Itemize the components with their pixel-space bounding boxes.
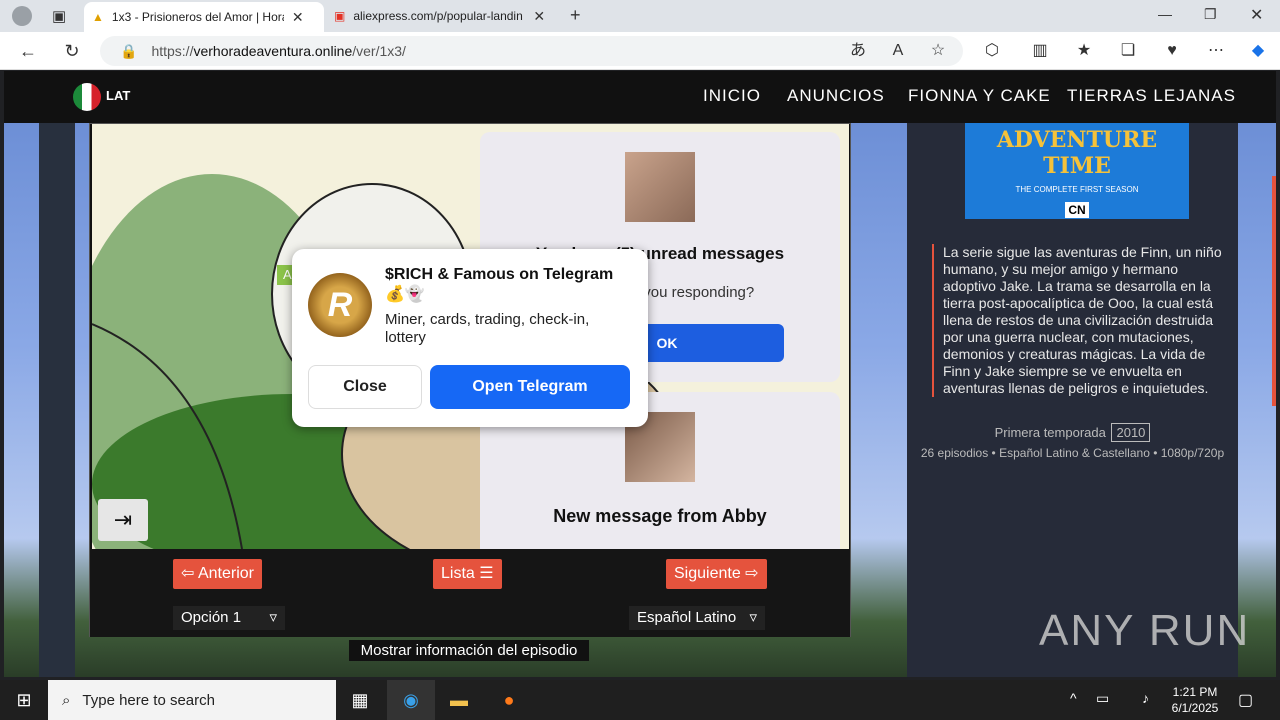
left-panel: [39, 123, 75, 677]
new-tab-icon[interactable]: +: [570, 5, 581, 26]
network-icon[interactable]: ▭: [1096, 690, 1109, 707]
search-icon: ⌕: [62, 691, 71, 709]
firefox-icon[interactable]: ●: [485, 680, 533, 720]
tab-aliexpress[interactable]: ▣ aliexpress.com/p/popular-landin ✕: [326, 0, 562, 32]
series-poster: ADVENTURE TIME THE COMPLETE FIRST SEASON…: [965, 123, 1189, 219]
chevron-down-icon: ▿: [269, 609, 277, 626]
ad-description: Miner, cards, trading, check-in, lottery: [385, 311, 590, 346]
tab-active[interactable]: ▲ 1x3 - Prisioneros del Amor | Hora ✕: [84, 2, 324, 32]
tab-actions-icon[interactable]: ▣: [52, 7, 66, 25]
split-screen-icon[interactable]: ▥: [1028, 40, 1052, 62]
anyrun-watermark: ANY RUN: [1039, 606, 1251, 655]
tray-chevron-icon[interactable]: ^: [1070, 690, 1077, 706]
collections-icon[interactable]: ❏: [1116, 40, 1140, 62]
url-text: https://verhoradeaventura.online/ver/1x3…: [151, 43, 406, 59]
lock-icon: 🔒: [120, 42, 138, 59]
tab-title: aliexpress.com/p/popular-landin: [353, 9, 523, 23]
option-select[interactable]: Opción 1 ▿: [173, 606, 285, 630]
tab-close-icon[interactable]: ✕: [292, 9, 304, 26]
restore-icon[interactable]: ❐: [1204, 6, 1217, 23]
language-label[interactable]: LAT: [106, 88, 130, 103]
task-view-icon[interactable]: ▦: [336, 680, 384, 720]
message-title: New message from Abby: [553, 506, 767, 526]
nav-tierras-lejanas[interactable]: TIERRAS LEJANAS: [1067, 86, 1236, 106]
ad-title: $RICH & Famous on Telegram 💰👻: [385, 266, 614, 303]
cn-logo: CN: [1065, 202, 1089, 218]
ad-close-button[interactable]: Close: [308, 365, 422, 409]
open-telegram-button[interactable]: Open Telegram: [430, 365, 630, 409]
poster-subtitle: THE COMPLETE FIRST SEASON: [1015, 185, 1139, 194]
coin-logo-icon: R: [308, 273, 372, 337]
tab-close-icon[interactable]: ✕: [533, 8, 545, 25]
nav-anuncios[interactable]: ANUNCIOS: [787, 86, 885, 106]
taskbar-search[interactable]: ⌕ Type here to search: [48, 680, 336, 720]
series-description: La serie sigue las aventuras de Finn, un…: [932, 244, 1225, 397]
chevron-down-icon: ▿: [749, 609, 757, 626]
more-menu-icon[interactable]: ⋯: [1204, 40, 1228, 62]
search-placeholder: Type here to search: [82, 691, 215, 709]
taskbar-clock[interactable]: 1:21 PM 6/1/2025: [1160, 684, 1230, 716]
player-controls: ⇦ Anterior Lista ☰ Siguiente ⇨ Opción 1 ▿…: [90, 549, 850, 637]
clock-date: 6/1/2025: [1171, 701, 1219, 715]
scrollbar[interactable]: [1272, 176, 1276, 406]
ad-popup: R $RICH & Famous on Telegram 💰👻 Miner, c…: [292, 249, 648, 427]
windows-start-icon[interactable]: ⊞: [0, 680, 48, 720]
nav-inicio[interactable]: INICIO: [703, 86, 761, 106]
aliexpress-icon: ▣: [334, 9, 346, 23]
notifications-icon[interactable]: ▢: [1238, 690, 1253, 710]
site-navbar: LAT INICIO ANUNCIOS FIONNA Y CAKE TIERRA…: [4, 71, 1276, 123]
window-close-icon[interactable]: ✕: [1250, 5, 1263, 25]
url-field[interactable]: 🔒 https://verhoradeaventura.online/ver/1…: [100, 36, 963, 66]
audio-select[interactable]: Español Latino ▿: [629, 606, 765, 630]
minimize-icon[interactable]: —: [1158, 6, 1172, 22]
refresh-icon[interactable]: ↻: [59, 40, 85, 62]
volume-icon[interactable]: ♪: [1142, 690, 1149, 706]
profile-avatar-icon[interactable]: [12, 6, 32, 26]
translate-icon[interactable]: あ: [846, 40, 870, 62]
read-aloud-icon[interactable]: A: [886, 40, 910, 62]
extensions-icon[interactable]: ⬡: [980, 40, 1004, 62]
list-button[interactable]: Lista ☰: [433, 559, 502, 589]
show-episode-info[interactable]: Mostrar información del episodio: [349, 640, 589, 661]
message-thumbnail: [625, 152, 695, 222]
series-meta: 26 episodios • Español Latino & Castella…: [920, 446, 1225, 460]
performance-icon[interactable]: ♥: [1160, 40, 1184, 62]
tab-title: 1x3 - Prisioneros del Amor | Hora: [111, 10, 284, 24]
edge-icon[interactable]: ◉: [387, 680, 435, 720]
season-info: Primera temporada 2010: [907, 423, 1238, 442]
clock-time: 1:21 PM: [1172, 685, 1218, 699]
poster-title: ADVENTURE TIME: [996, 127, 1158, 179]
previous-button[interactable]: ⇦ Anterior: [173, 559, 262, 589]
warning-icon: ▲: [92, 10, 104, 24]
mexico-flag-icon[interactable]: [73, 83, 101, 111]
favorite-star-icon[interactable]: ☆: [926, 40, 950, 62]
back-icon[interactable]: ←: [15, 40, 41, 62]
favorites-icon[interactable]: ★: [1072, 40, 1096, 62]
copilot-icon[interactable]: ◆: [1246, 40, 1270, 62]
file-explorer-icon[interactable]: ▬: [435, 680, 483, 720]
year-badge: 2010: [1111, 423, 1151, 442]
nav-fionna-y-cake[interactable]: FIONNA Y CAKE: [908, 86, 1051, 106]
next-button[interactable]: Siguiente ⇨: [666, 559, 767, 589]
enter-icon[interactable]: ⇥: [98, 499, 148, 541]
series-sidebar: ADVENTURE TIME THE COMPLETE FIRST SEASON…: [907, 123, 1238, 677]
